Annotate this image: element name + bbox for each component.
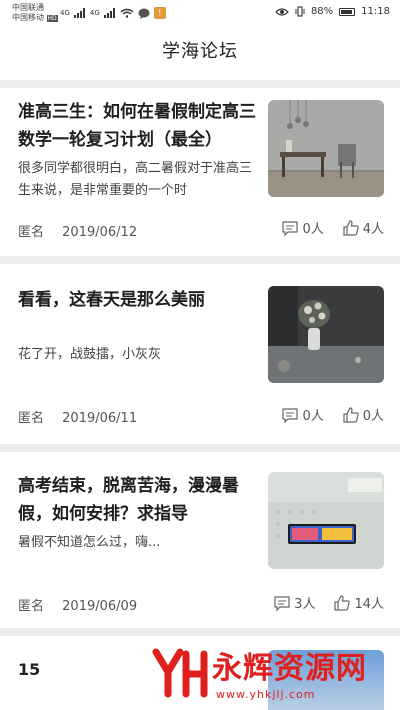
app-header: 学海论坛 [0,26,400,80]
vibrate-icon [295,6,305,17]
status-right-icons: 88% 11:18 [275,6,390,17]
post-meta: 匿名 2019/06/09 [18,595,137,614]
page-title: 学海论坛 [162,41,238,62]
post-card[interactable]: 准高三生：如何在暑假制定高三数学一轮复习计划（最全） 很多同学都很明白，高二暑假… [0,88,400,256]
like-count[interactable]: 14人 [333,593,384,612]
post-thumbnail[interactable] [268,286,384,383]
carrier-info: 中国联通 中国移动 HD [12,3,58,24]
post-thumbnail[interactable] [268,100,384,197]
room-image [268,100,384,197]
thumbs-up-icon [334,594,351,611]
like-count-text: 14人 [354,597,384,612]
comment-count-text: 3人 [294,597,316,612]
chat-notification-icon [138,8,150,19]
post-stats: 3人 14人 [273,593,384,612]
post-author: 匿名 [18,225,45,240]
battery-percent: 88% [310,6,334,17]
comment-icon [282,220,299,236]
post-excerpt: 花了开，战鼓擂，小灰灰 [18,347,162,362]
watermark-url: www.yhkjlj.com [216,688,316,701]
thumbs-up-icon [343,406,359,423]
eye-comfort-icon [275,7,289,16]
wifi-icon [120,8,134,18]
comment-count[interactable]: 0人 [281,405,324,424]
thumbs-up-icon [343,219,359,236]
post-author: 匿名 [18,411,45,426]
post-card[interactable]: 看看，这春天是那么美丽 花了开，战鼓擂，小灰灰 匿名 2019/06/11 0人… [0,264,400,444]
post-author: 匿名 [18,599,45,614]
like-count[interactable]: 0人 [342,405,384,424]
post-thumbnail[interactable] [268,472,384,569]
post-meta: 匿名 2019/06/12 [18,221,137,240]
clock: 11:18 [361,6,390,17]
comment-count-text: 0人 [302,409,324,424]
watermark-logo [152,648,208,698]
carrier-2: 中国移动 HD [12,13,58,22]
status-left-icons: 4G 4G ! [60,7,166,19]
tablet-image [268,472,384,569]
post-date: 2019/06/12 [62,225,138,240]
like-count-text: 0人 [362,409,384,424]
flowers-image [268,286,384,383]
battery-icon [339,7,356,16]
comment-icon [282,407,299,423]
watermark-text: 永辉资源网 [212,651,367,686]
post-stats: 0人 4人 [281,218,384,237]
signal-icon-2 [103,8,115,18]
page-indicator: 15 [18,660,41,679]
status-bar: 中国联通 中国移动 HD 4G 4G ! 88% 11:18 [0,0,400,26]
post-title[interactable]: 高考结束，脱离苦海，漫漫暑假，如何安排？求指导 [18,472,256,528]
post-title[interactable]: 看看，这春天是那么美丽 [18,286,256,314]
carrier-1: 中国联通 [12,3,44,12]
app-notification-icon: ! [153,7,166,19]
post-card[interactable]: 高考结束，脱离苦海，漫漫暑假，如何安排？求指导 暑假不知道怎么过，嗨... 匿名… [0,452,400,628]
network-4g-icon-2: 4G [89,9,100,17]
signal-icon [73,8,85,18]
post-excerpt: 很多同学都很明白，高二暑假对于准高三生来说，是非常重要的一个时 [18,161,253,198]
post-date: 2019/06/11 [62,411,138,426]
post-excerpt: 暑假不知道怎么过，嗨... [18,535,161,550]
post-date: 2019/06/09 [62,599,138,614]
comment-count-text: 0人 [302,222,324,237]
comment-count[interactable]: 3人 [273,593,315,612]
watermark: 永辉资源网 www.yhkjlj.com [152,648,388,706]
post-stats: 0人 0人 [281,405,384,424]
comment-icon [274,595,290,611]
post-title[interactable]: 准高三生：如何在暑假制定高三数学一轮复习计划（最全） [18,98,256,154]
post-meta: 匿名 2019/06/11 [18,407,137,426]
like-count[interactable]: 4人 [342,218,384,237]
comment-count[interactable]: 0人 [281,218,324,237]
network-4g-icon: 4G [60,9,70,17]
like-count-text: 4人 [362,222,384,237]
